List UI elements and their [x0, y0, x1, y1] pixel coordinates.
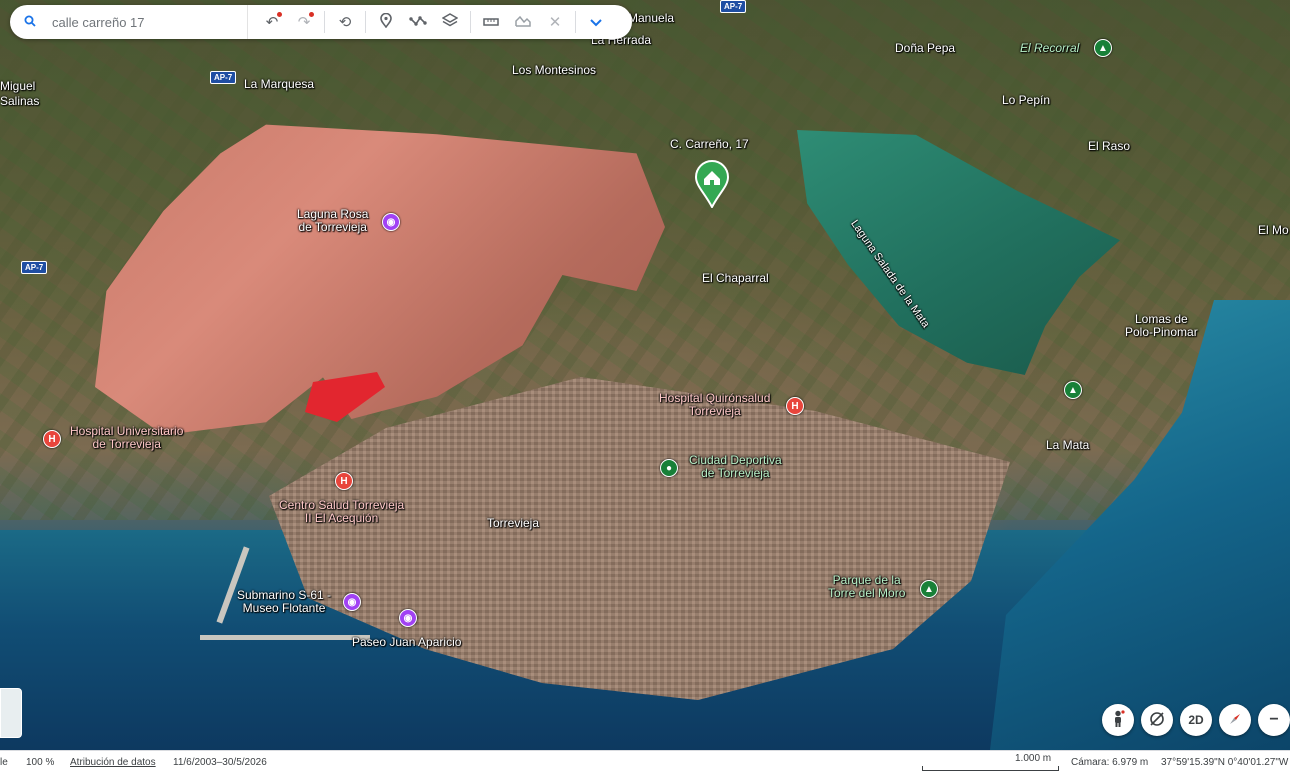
- camera-icon[interactable]: ◉: [382, 213, 400, 231]
- path-icon: [409, 14, 427, 31]
- road-shield-ap7: AP-7: [21, 261, 48, 274]
- harbor: [200, 525, 380, 645]
- park-label[interactable]: Parque de la Torre del Moro: [828, 574, 905, 600]
- place-label[interactable]: Salinas: [0, 95, 39, 108]
- park-icon[interactable]: ▲: [1094, 39, 1112, 57]
- camera-icon[interactable]: ◉: [399, 609, 417, 627]
- imagery-dates: 11/6/2003–30/5/2026: [173, 757, 267, 768]
- measure-button[interactable]: [475, 5, 507, 39]
- attribution-link[interactable]: Atribución de datos: [70, 757, 156, 768]
- place-label[interactable]: La Mata: [1046, 439, 1089, 452]
- toggle-2d-button[interactable]: 2D: [1180, 704, 1212, 736]
- status-bar: le 100 % Atribución de datos 11/6/2003–3…: [0, 750, 1290, 775]
- scale-label: 1.000 m: [1015, 753, 1052, 764]
- tools-icon: ✕: [548, 14, 562, 31]
- status-partial-label: le: [0, 757, 8, 768]
- search-box[interactable]: [10, 5, 248, 39]
- sports-icon[interactable]: ●: [660, 459, 678, 477]
- place-label[interactable]: Doña Pepa: [895, 42, 955, 55]
- place-label[interactable]: Manuela: [628, 12, 674, 25]
- redo-button[interactable]: ↷: [288, 5, 320, 39]
- coordinates: 37°59'15.39"N 0°40'01.27"W: [1161, 757, 1289, 768]
- address-label[interactable]: C. Carreño, 17: [670, 138, 749, 151]
- place-label[interactable]: La Marquesa: [244, 78, 314, 91]
- add-path-button[interactable]: [402, 5, 434, 39]
- scale-bar: [922, 766, 1059, 771]
- camera-icon[interactable]: ◉: [343, 593, 361, 611]
- city-label[interactable]: Torrevieja: [487, 517, 539, 530]
- zoom-out-button[interactable]: −: [1258, 704, 1290, 736]
- hospital-icon[interactable]: H: [786, 397, 804, 415]
- road-shield-ap7: AP-7: [210, 71, 237, 84]
- camera-altitude: Cámara: 6.979 m: [1071, 757, 1149, 768]
- place-label[interactable]: Laguna Rosa de Torrevieja: [297, 208, 368, 234]
- hospital-icon[interactable]: H: [43, 430, 61, 448]
- terrain-icon: [515, 14, 531, 31]
- hospital-label[interactable]: Hospital Quirónsalud Torrevieja: [659, 392, 770, 418]
- terrain-button[interactable]: [507, 5, 539, 39]
- top-toolbar: ↶ ↷ ⟲ ✕: [10, 5, 632, 39]
- place-label[interactable]: Paseo Juan Aparicio: [352, 636, 461, 649]
- place-label[interactable]: Lo Pepín: [1002, 94, 1050, 107]
- park-icon[interactable]: ▲: [920, 580, 938, 598]
- hospital-label[interactable]: Hospital Universitario de Torrevieja: [70, 425, 183, 451]
- place-label[interactable]: El Chaparral: [702, 272, 769, 285]
- place-label[interactable]: Miguel: [0, 80, 35, 93]
- undo-button[interactable]: ↶: [256, 5, 288, 39]
- history-icon: ⟲: [338, 14, 352, 31]
- hospital-icon[interactable]: H: [335, 472, 353, 490]
- search-icon[interactable]: [24, 14, 44, 30]
- person-icon: [1111, 709, 1125, 731]
- health-center-label[interactable]: Centro Salud Torrevieja II El Acequión: [279, 499, 404, 525]
- compass-button[interactable]: [1219, 704, 1251, 736]
- sports-label[interactable]: Ciudad Deportiva de Torrevieja: [689, 454, 782, 480]
- home-pin-icon[interactable]: [694, 160, 730, 210]
- history-button[interactable]: ⟲: [329, 5, 361, 39]
- more-button[interactable]: [580, 5, 612, 39]
- chevron-down-icon: [590, 14, 602, 31]
- layers-icon: [441, 13, 459, 31]
- search-input[interactable]: [50, 13, 244, 31]
- place-label[interactable]: Lomas de Polo-Pinomar: [1125, 313, 1198, 339]
- road-shield-ap7: AP-7: [720, 0, 747, 13]
- minimap-thumbnail[interactable]: [0, 688, 22, 738]
- no-rotate-icon: [1148, 710, 1166, 731]
- place-label[interactable]: Los Montesinos: [512, 64, 596, 77]
- place-label[interactable]: El Recorral: [1020, 42, 1079, 55]
- add-placemark-button[interactable]: [370, 5, 402, 39]
- zoom-level: 100 %: [26, 757, 55, 768]
- museum-label[interactable]: Submarino S-61 - Museo Flotante: [237, 589, 331, 615]
- map-view[interactable]: AP-7 AP-7 AP-7 Manuela La Herrada Doña P…: [0, 0, 1290, 750]
- compass-icon: [1227, 711, 1243, 730]
- ruler-icon: [483, 14, 499, 31]
- tools-button[interactable]: ✕: [539, 5, 571, 39]
- compass-reset-button[interactable]: [1141, 704, 1173, 736]
- pegman-button[interactable]: [1102, 704, 1134, 736]
- place-label[interactable]: El Mo: [1258, 224, 1289, 237]
- pin-icon: [380, 12, 392, 32]
- park-icon[interactable]: ▲: [1064, 381, 1082, 399]
- layers-button[interactable]: [434, 5, 466, 39]
- place-label[interactable]: El Raso: [1088, 140, 1130, 153]
